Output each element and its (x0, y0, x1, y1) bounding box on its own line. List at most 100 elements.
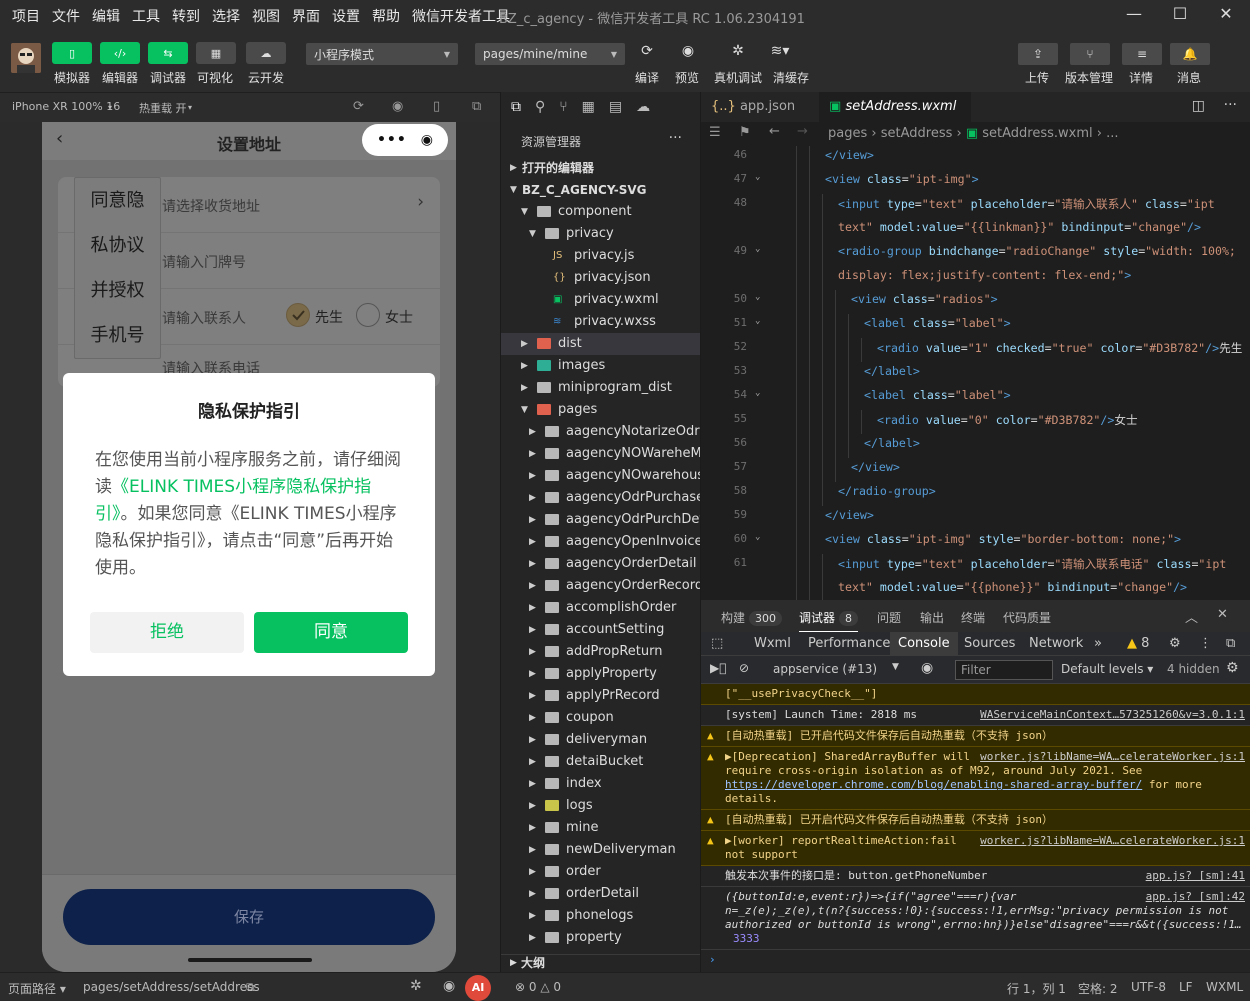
inspect-icon[interactable]: ⬚ (711, 636, 723, 651)
project-section[interactable]: ▼ BZ_C_AGENCY-SVG (501, 179, 701, 201)
record-icon[interactable]: ◉ (392, 99, 403, 114)
open-editors-section[interactable]: ▶ 打开的编辑器 (501, 157, 701, 179)
ai-assistant-button[interactable]: AI (465, 975, 491, 1001)
debug-tab[interactable]: 输出 (920, 609, 944, 626)
more-actions-icon[interactable]: ⋮ (1199, 636, 1212, 651)
debug-button[interactable]: ⇆ (148, 42, 188, 64)
tree-item[interactable]: ▶ accountSetting (501, 619, 701, 641)
devtools-tab[interactable]: Console (890, 632, 958, 656)
forward-arrow-icon[interactable]: → (797, 124, 808, 139)
dock-icon[interactable]: ⧉ (1226, 636, 1235, 651)
bug-icon[interactable]: ✲ (410, 978, 422, 994)
tab-setaddress-wxml[interactable]: ▣ setAddress.wxml ✕ (819, 92, 971, 144)
tree-item[interactable]: ▶ aagencyOdrPurchDet (501, 509, 701, 531)
tree-item[interactable]: ▶ dist (501, 333, 701, 355)
menu-item[interactable]: 工具 (128, 6, 168, 26)
error-count[interactable]: ⊗ 0 △ 0 (515, 980, 561, 994)
fold-icon[interactable]: ⌄ (755, 292, 760, 302)
more-icon[interactable]: ••• (377, 132, 407, 148)
tree-item[interactable]: ▶ logs (501, 795, 701, 817)
bookmark-icon[interactable]: ⚑ (739, 125, 751, 140)
search-icon[interactable]: ⚲ (535, 99, 545, 115)
debug-tab[interactable]: 问题 (877, 609, 901, 626)
popout-icon[interactable]: ⧉ (472, 99, 481, 114)
minimize-icon[interactable]: — (1126, 4, 1142, 23)
menu-item[interactable]: 帮助 (368, 6, 408, 26)
close-mini-icon[interactable]: ◉ (421, 132, 433, 148)
radio-male[interactable] (286, 303, 310, 327)
levels-select[interactable]: Default levels ▾ (1061, 662, 1153, 676)
source-link[interactable]: app.js? [sm]:42 (1136, 890, 1245, 904)
list-icon[interactable]: ☰ (709, 125, 721, 140)
tree-item[interactable]: ▶ coupon (501, 707, 701, 729)
menu-button[interactable]: ≡ (1122, 43, 1162, 65)
encoding[interactable]: UTF-8 (1131, 980, 1166, 994)
privacy-popover-button[interactable]: 同意隐 私协议 并授权 手机号 (74, 177, 161, 359)
layers-button[interactable]: ≋▾ (767, 43, 793, 59)
menu-item[interactable]: 界面 (288, 6, 328, 26)
tree-item[interactable]: ▶ aagencyOrderDetail (501, 553, 701, 575)
outline-section[interactable]: ▶ 大纲 (501, 954, 701, 972)
eol[interactable]: LF (1179, 980, 1193, 994)
tree-item[interactable]: ▶ aagencyOpenInvoice (501, 531, 701, 553)
code-area[interactable]: 46 </view> 47 ⌄ <view class="ipt-img"> 48 <inp… (701, 146, 1250, 600)
radio-female[interactable] (356, 303, 380, 327)
device-select[interactable]: iPhone XR 100% 16 (12, 100, 120, 113)
tree-item[interactable]: ▶ miniprogram_dist (501, 377, 701, 399)
tree-item[interactable]: ▶ property (501, 927, 701, 949)
crumb[interactable]: setAddress (881, 126, 953, 141)
tree-item[interactable]: ▶ aagencyOdrPurchase (501, 487, 701, 509)
doc-link[interactable]: https://developer.chrome.com/blog/enabli… (725, 778, 1142, 791)
context-select[interactable]: appservice (#13) (773, 662, 877, 676)
files-icon[interactable]: ⧉ (511, 99, 521, 115)
crumb[interactable]: ... (1106, 126, 1118, 141)
tree-item[interactable]: ▶ addPropReturn (501, 641, 701, 663)
tree-item[interactable]: ▶ images (501, 355, 701, 377)
fold-icon[interactable]: ⌄ (755, 532, 760, 542)
debug-tab[interactable]: 构建 300 (721, 609, 783, 626)
clear-console-icon[interactable]: ⊘ (739, 661, 749, 675)
crumb[interactable]: pages (828, 126, 867, 141)
close-icon[interactable]: ✕ (1218, 4, 1234, 23)
rotate-icon[interactable]: ⟳ (353, 99, 364, 114)
maximize-icon[interactable]: ☐ (1172, 4, 1188, 23)
source-control-icon[interactable]: ⑂ (559, 99, 567, 115)
split-editor-icon[interactable]: ◫ (1192, 98, 1205, 114)
cloud-button[interactable]: ☁ (246, 42, 286, 64)
copy-icon[interactable]: ⧉ (246, 980, 255, 995)
tree-item[interactable]: ▶ mine (501, 817, 701, 839)
branch-button[interactable]: ⑂ (1070, 43, 1110, 65)
devtools-tab[interactable]: Sources (964, 636, 1015, 651)
tree-item[interactable]: ▣ privacy.wxml (501, 289, 701, 311)
tree-item[interactable]: {} privacy.json (501, 267, 701, 289)
back-arrow-icon[interactable]: ← (769, 124, 780, 139)
more-actions-icon[interactable]: ··· (1224, 97, 1237, 113)
more-actions-icon[interactable]: ··· (669, 130, 682, 146)
tree-item[interactable]: ▼ component (501, 201, 701, 223)
visual-button[interactable]: ▦ (196, 42, 236, 64)
source-link[interactable]: app.js? [sm]:41 (1136, 869, 1245, 883)
devtools-tab[interactable]: Network (1029, 636, 1083, 651)
indent-setting[interactable]: 空格: 2 (1078, 980, 1118, 997)
devtools-tab[interactable]: Performance (808, 636, 890, 651)
more-tabs-icon[interactable]: » (1094, 636, 1102, 651)
tree-item[interactable]: ▶ order (501, 861, 701, 883)
hot-reload-toggle[interactable]: 热重载 开 (139, 100, 187, 116)
warning-count[interactable]: ▲ 8 (1127, 636, 1149, 651)
refresh-button[interactable]: ⟳ (634, 43, 660, 59)
tree-item[interactable]: ▶ aagencyNotarizeOdr (501, 421, 701, 443)
debug-tab[interactable]: 代码质量 (1003, 609, 1051, 626)
fold-icon[interactable]: ⌄ (755, 316, 760, 326)
fold-icon[interactable]: ⌄ (755, 388, 760, 398)
language-mode[interactable]: WXML (1206, 980, 1243, 994)
upload-button[interactable]: ⇪ (1018, 43, 1058, 65)
tree-item[interactable]: ▶ accomplishOrder (501, 597, 701, 619)
menu-item[interactable]: 选择 (208, 6, 248, 26)
tree-item[interactable]: ▶ applyPrRecord (501, 685, 701, 707)
fold-icon[interactable]: ⌄ (755, 244, 760, 254)
menu-item[interactable]: 转到 (168, 6, 208, 26)
debug-tab[interactable]: 调试器 8 (799, 609, 859, 633)
menu-item[interactable]: 编辑 (88, 6, 128, 26)
tree-item[interactable]: ▶ newDeliveryman (501, 839, 701, 861)
save-button[interactable]: 保存 (63, 889, 435, 945)
